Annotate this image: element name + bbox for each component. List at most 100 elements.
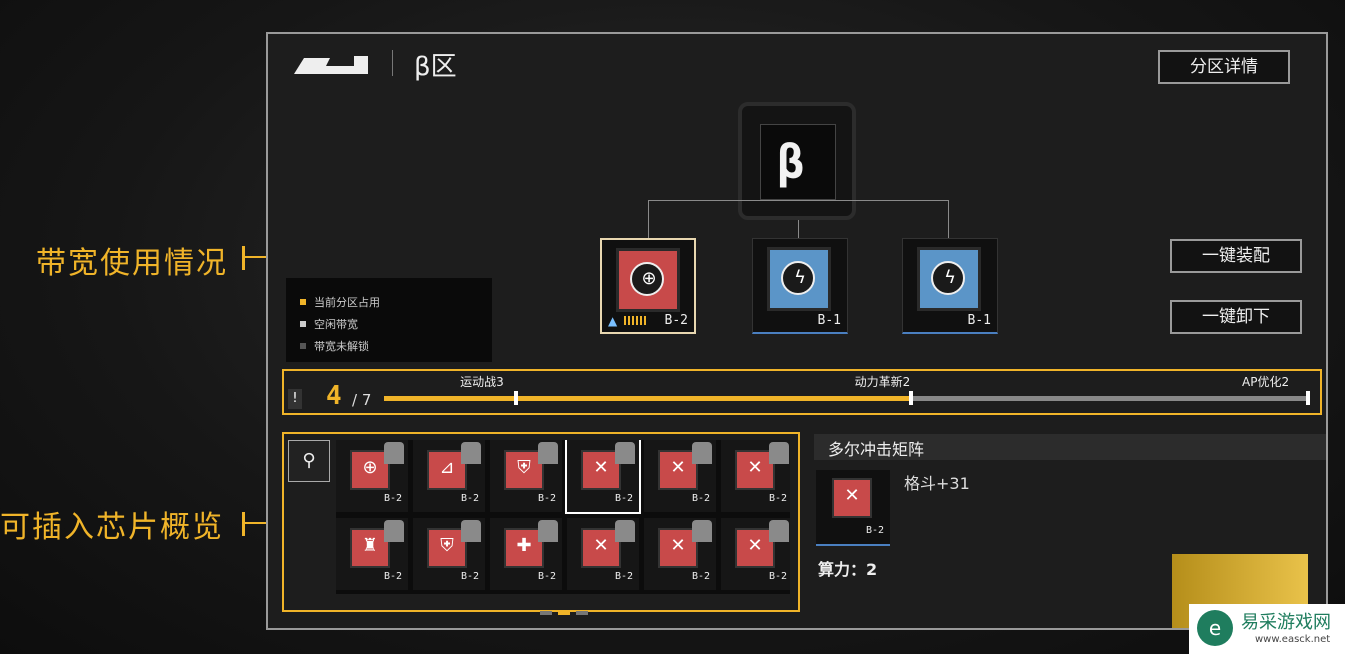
chips-annotation: 可插入芯片概览: [0, 510, 224, 545]
site-watermark: e 易采游戏网 www.easck.net: [1189, 604, 1345, 654]
chip-detail-stat: 格斗+31: [904, 474, 970, 493]
equipped-chip: ϟ: [917, 247, 981, 311]
operator-avatar: [384, 520, 404, 542]
rank-triangle-icon: ▲: [608, 314, 618, 328]
bandwidth-track: [384, 391, 1310, 405]
inventory-chip[interactable]: ⛨ B-2: [413, 518, 485, 590]
bandwidth-annotation-tick: [242, 246, 245, 270]
page-dot-active[interactable]: [558, 611, 570, 615]
zone-hub: β: [738, 102, 856, 220]
header-divider: [392, 50, 393, 76]
chip-code: B-1: [967, 313, 991, 328]
chip-inventory: ⚲ ⊕ B-2 ⊿ B-2 ⛨ B-2 ✕ B-2 ✕ B-2 ✕ B-2 ♜ B-2 ⛨ B-2 ✚ B-2 ✕ B…: [282, 432, 800, 615]
bandwidth-used: 4: [326, 381, 342, 411]
chips-annotation-tick: [242, 512, 245, 536]
equipped-chip: ϟ: [767, 247, 831, 311]
zone-detail-button[interactable]: 分区详情: [1158, 50, 1290, 84]
inventory-chip[interactable]: ✕ B-2: [567, 518, 639, 590]
equipped-slot-3[interactable]: ϟ B-1: [902, 238, 998, 334]
equipped-chip: ⊕: [616, 248, 680, 312]
lightning-icon: ϟ: [781, 261, 815, 295]
operator-avatar: [769, 520, 789, 542]
chip-code: B-2: [537, 571, 556, 582]
site-logo-icon: e: [1197, 610, 1233, 646]
chip-code: B-2: [614, 571, 633, 582]
pager: [540, 600, 594, 619]
connector-line: [648, 200, 649, 238]
chip-code: B-2: [383, 493, 402, 504]
chip-grid: ⊕ B-2 ⊿ B-2 ⛨ B-2 ✕ B-2 ✕ B-2 ✕ B-2 ♜ B-2 ⛨ B-2 ✚ B-2 ✕ B-2…: [336, 440, 790, 594]
crossed-swords-icon: ✕: [832, 478, 872, 518]
bandwidth-bars: [624, 316, 646, 325]
equip-all-button[interactable]: 一键装配: [1170, 239, 1302, 273]
zone-title: β区: [414, 52, 457, 82]
inventory-chip[interactable]: ✕ B-2: [644, 440, 716, 512]
chip-code: B-2: [460, 493, 479, 504]
hub-emblem: β: [760, 124, 836, 200]
legend-item-free: 空闲带宽: [300, 316, 358, 332]
operator-avatar: [615, 442, 635, 464]
inventory-chip[interactable]: ⊕ B-2: [336, 440, 408, 512]
bandwidth-legend: 当前分区占用 空闲带宽 带宽未解锁: [286, 278, 492, 362]
operator-avatar: [692, 442, 712, 464]
bandwidth-marker-label[interactable]: 运动战3: [460, 373, 504, 390]
bandwidth-marker: [1306, 391, 1310, 405]
bandwidth-bar-panel: ! 4 / 7 运动战3 动力革新2 AP优化2: [282, 369, 1322, 415]
site-url: www.easck.net: [1255, 634, 1331, 645]
legend-item-locked: 带宽未解锁: [300, 338, 369, 354]
chip-code: B-2: [865, 525, 884, 536]
chip-code: B-2: [691, 493, 710, 504]
operator-avatar: [461, 520, 481, 542]
unequip-all-button[interactable]: 一键卸下: [1170, 300, 1302, 334]
inventory-chip[interactable]: ✕ B-2: [721, 518, 790, 590]
chip-code: B-1: [817, 313, 841, 328]
legend-item-occupied: 当前分区占用: [300, 294, 380, 310]
bandwidth-annotation: 带宽使用情况: [36, 246, 228, 281]
chip-detail-icon: ✕ B-2: [816, 470, 890, 546]
beta-glyph-icon: β: [777, 135, 805, 189]
page-dot[interactable]: [576, 611, 588, 615]
zone-panel: β区 分区详情 β ⊕ ▲ B-2 ϟ B-1 ϟ B-1 一键装配 一键卸下 …: [266, 32, 1328, 630]
operator-avatar: [461, 442, 481, 464]
chip-code: B-2: [691, 571, 710, 582]
chip-code: B-2: [537, 493, 556, 504]
inventory-chip[interactable]: ✚ B-2: [490, 518, 562, 590]
equipped-slot-2[interactable]: ϟ B-1: [752, 238, 848, 334]
chip-detail-name: 多尔冲击矩阵: [828, 440, 925, 459]
inventory-chip[interactable]: ✕ B-2: [644, 518, 716, 590]
bandwidth-marker: [908, 391, 913, 405]
bandwidth-marker: [514, 391, 519, 405]
operator-avatar: [538, 442, 558, 464]
chip-detail-power: 算力：2: [818, 560, 878, 579]
connector-line: [648, 200, 948, 201]
chip-code: B-2: [768, 571, 787, 582]
inventory-chip[interactable]: ✕ B-2: [565, 440, 641, 514]
inventory-chip[interactable]: ♜ B-2: [336, 518, 408, 590]
chip-code: B-2: [460, 571, 479, 582]
warning-icon: !: [288, 389, 302, 409]
inventory-chip[interactable]: ⛨ B-2: [490, 440, 562, 512]
inventory-chip[interactable]: ✕ B-2: [721, 440, 790, 512]
chip-code: B-2: [614, 493, 633, 504]
operator-avatar: [692, 520, 712, 542]
inventory-chip[interactable]: ⊿ B-2: [413, 440, 485, 512]
bandwidth-total: / 7: [352, 391, 372, 409]
equipped-slot-1[interactable]: ⊕ ▲ B-2: [600, 238, 696, 334]
site-name: 易采游戏网: [1241, 612, 1331, 633]
bandwidth-marker-label[interactable]: AP优化2: [1242, 373, 1289, 390]
bandwidth-fill: [384, 396, 911, 401]
operator-avatar: [384, 442, 404, 464]
bandwidth-marker-label[interactable]: 动力革新2: [855, 373, 911, 390]
operator-avatar: [769, 442, 789, 464]
crosshair-icon: ⊕: [630, 262, 664, 296]
connector-line: [948, 200, 949, 238]
chip-detail-header: 多尔冲击矩阵: [814, 434, 1326, 460]
lightning-icon: ϟ: [931, 261, 965, 295]
chip-code: B-2: [664, 313, 688, 328]
filter-button[interactable]: ⚲: [288, 440, 330, 482]
connector-line: [798, 220, 799, 238]
chip-code: B-2: [768, 493, 787, 504]
page-dot[interactable]: [540, 611, 552, 615]
operator-avatar: [615, 520, 635, 542]
operator-avatar: [538, 520, 558, 542]
